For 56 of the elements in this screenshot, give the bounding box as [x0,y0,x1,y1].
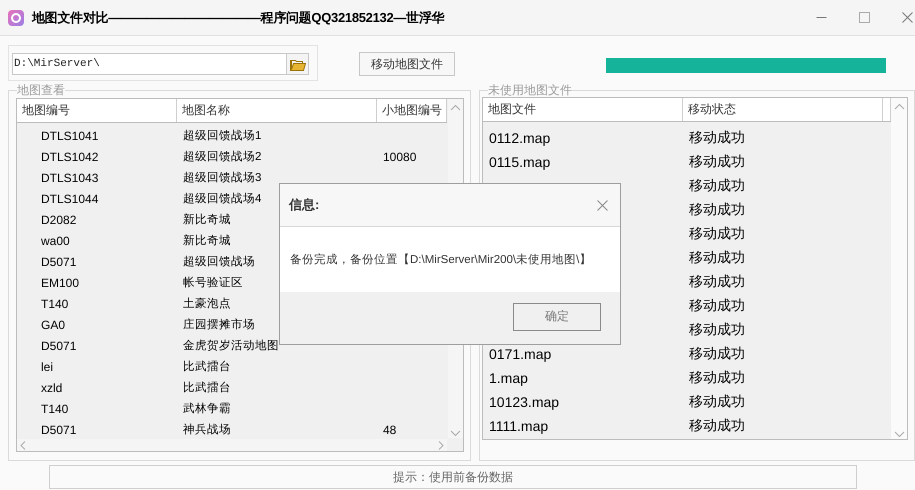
table-cell: 移动成功 [689,393,745,409]
table-cell: 移动成功 [689,153,745,169]
table-cell: 神兵战场 [183,424,231,436]
table-cell: 移动成功 [689,273,745,289]
table-cell: 武林争霸 [183,403,231,415]
table-cell: DTLS1042 [41,150,98,164]
table-cell: 土豪泡点 [183,298,231,310]
table-cell: 超级回馈战场4 [183,193,262,205]
table-cell: 移动成功 [689,297,745,313]
table-cell: EM100 [41,276,80,290]
table-cell: 超级回馈战场2 [183,151,262,163]
table-cell: 10123.map [489,394,560,410]
table-cell: 移动成功 [689,417,745,433]
table-cell: 比武擂台 [183,361,231,373]
table-cell: 新比奇城 [183,214,231,226]
table-cell: DTLS1044 [41,192,98,206]
table-cell: D2082 [41,212,76,226]
table-cell: 0115.map [489,154,550,170]
group-title: 未使用地图文件 [488,84,572,97]
table-cell: DTLS1041 [41,128,98,142]
table-cell: 48 [383,422,396,436]
table-cell: 超级回馈战场3 [183,172,262,184]
group-title: 地图查看 [17,84,65,97]
table-cell: 移动成功 [689,369,745,385]
table-cell: D5071 [41,338,76,352]
table-cell: 移动成功 [689,177,745,193]
table-cell: D5071 [41,254,76,268]
table-cell: 超级回馈战场 [183,256,255,268]
table-cell: 1.map [489,370,528,386]
table-cell: 帐号验证区 [183,277,243,289]
table-cell: xzld [41,380,62,394]
table-cell: 移动成功 [689,321,745,337]
table-cell: 新比奇城 [183,235,231,247]
table-cell: T140 [41,296,68,310]
table-cell: DTLS1043 [41,170,98,184]
dialog-title: 信息: [289,196,320,214]
table-cell: 移动成功 [689,225,745,241]
table-cell: 1111.map [489,418,548,434]
table-cell: 0171.map [489,346,552,362]
hint-bar: 提示：使用前备份数据 [49,465,857,489]
table-cell: 金虎贺岁活动地图 [183,340,279,352]
table-cell: 移动成功 [689,201,745,217]
table-cell: lei [41,360,54,374]
window-title: 地图文件对比————————————程序问题QQ321852132—世浮华 [32,8,444,26]
table-cell: 10080 [383,150,416,164]
table-cell: 比武擂台 [183,382,231,394]
table-cell: 移动成功 [689,129,745,145]
table-cell: D5071 [41,422,76,436]
table-cell: 超级回馈战场1 [183,130,262,142]
table-cell: 移动成功 [689,249,745,265]
table-cell: 移动成功 [689,345,745,361]
table-cell: GA0 [41,318,66,332]
table-cell: wa00 [41,234,70,248]
table-cell: 庄园摆摊市场 [183,319,255,331]
table-cell: 0112.map [489,130,550,146]
table-cell: T140 [41,402,68,416]
